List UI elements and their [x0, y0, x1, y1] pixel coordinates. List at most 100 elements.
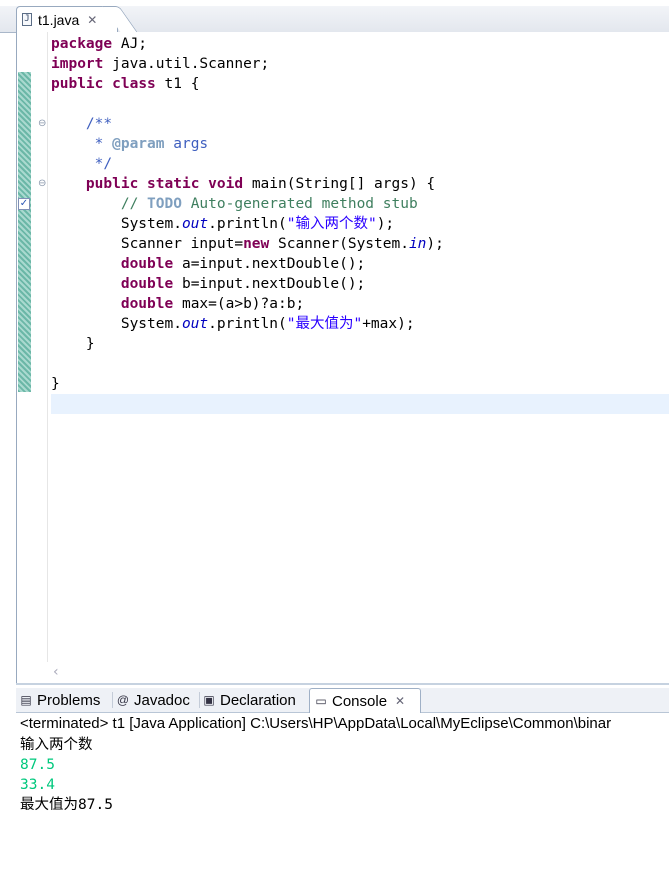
declaration-icon: ▣ — [203, 693, 215, 707]
code-line[interactable]: /** — [51, 114, 444, 134]
tab-declaration[interactable]: ▣ Declaration — [202, 688, 308, 712]
code-token: in — [408, 236, 427, 252]
tab-console[interactable]: ▭ Console ✕ — [309, 688, 421, 713]
code-token: "最大值为" — [286, 316, 363, 332]
code-token: b=input.nextDouble(); — [173, 276, 366, 292]
quick-diff-marker — [18, 72, 31, 392]
code-token: /** — [85, 116, 113, 132]
tab-label: t1.java — [38, 11, 80, 28]
console-view[interactable]: <terminated> t1 [Java Application] C:\Us… — [16, 713, 669, 871]
tab-problems[interactable]: ▤ Problems — [19, 688, 111, 712]
code-token: Scanner input= — [51, 236, 244, 252]
code-token: .println( — [208, 316, 287, 332]
close-icon[interactable]: ✕ — [395, 694, 405, 708]
code-token: void — [208, 176, 244, 192]
console-input-line: 33.4 — [20, 777, 55, 793]
code-line[interactable]: } — [51, 374, 444, 394]
code-token: ); — [376, 216, 395, 232]
code-line[interactable]: * @param args — [51, 134, 444, 154]
code-token: Auto-generated method stub — [181, 196, 418, 212]
code-token: // — [120, 196, 148, 212]
code-line[interactable] — [51, 394, 444, 414]
code-token: main(String[] args) { — [243, 176, 436, 192]
tab-declaration-label: Declaration — [220, 691, 296, 709]
code-line[interactable]: */ — [51, 154, 444, 174]
horizontal-scrollbar[interactable]: ‹ — [47, 662, 669, 682]
code-token: double — [120, 276, 174, 292]
code-line[interactable]: Scanner input=new Scanner(System.in); — [51, 234, 444, 254]
at-icon: @ — [116, 693, 130, 707]
code-line[interactable]: System.out.println("最大值为"+max); — [51, 314, 444, 334]
code-token: class — [112, 76, 156, 92]
code-token: ); — [426, 236, 444, 252]
console-icon: ▭ — [315, 694, 327, 708]
code-token: System. — [51, 216, 182, 232]
code-token: .println( — [208, 216, 287, 232]
code-token: new — [243, 236, 270, 252]
code-token: args — [164, 136, 209, 152]
code-line[interactable]: System.out.println("输入两个数"); — [51, 214, 444, 234]
code-token: max=(a>b)?a:b; — [173, 296, 305, 312]
code-token: double — [120, 256, 174, 272]
code-token: @param — [112, 136, 165, 152]
console-output-line: 输入两个数 — [20, 737, 93, 753]
tab-console-label: Console — [332, 692, 388, 710]
code-line[interactable] — [51, 94, 444, 114]
code-line[interactable]: package AJ; — [51, 34, 444, 54]
code-line[interactable]: double b=input.nextDouble(); — [51, 274, 444, 294]
overview-ruler-left: ✓ — [17, 32, 31, 662]
code-token: */ — [51, 156, 113, 172]
source-code[interactable]: package AJ; import java.util.Scanner; publ… — [51, 34, 444, 414]
code-token: t1 { — [155, 76, 200, 92]
task-marker-icon[interactable]: ✓ — [18, 198, 30, 210]
code-line[interactable]: public static void main(String[] args) { — [51, 174, 444, 194]
code-token: +max); — [362, 316, 415, 332]
tab-javadoc[interactable]: @ Javadoc — [116, 688, 198, 712]
console-output[interactable]: 输入两个数 87.5 33.4 最大值为87.5 — [20, 735, 113, 815]
code-editor[interactable]: ✓ ⊖ ⊖ package AJ; import java.util.Scanne… — [16, 32, 669, 683]
code-token: TODO — [147, 196, 182, 212]
tab-problems-label: Problems — [37, 691, 101, 709]
code-line[interactable]: double max=(a>b)?a:b; — [51, 294, 444, 314]
code-line[interactable]: import java.util.Scanner; — [51, 54, 444, 74]
code-token: * — [51, 136, 113, 152]
editor-divider — [16, 683, 669, 685]
collapse-icon[interactable]: ⊖ — [38, 119, 47, 129]
code-line[interactable]: double a=input.nextDouble(); — [51, 254, 444, 274]
code-token: Scanner(System. — [269, 236, 409, 252]
folding-ruler: ⊖ ⊖ — [31, 32, 48, 662]
code-token: System. — [51, 316, 182, 332]
code-line[interactable] — [51, 354, 444, 374]
close-icon[interactable]: ✕ — [87, 13, 97, 27]
code-token: java.util.Scanner; — [103, 56, 270, 72]
code-line[interactable]: // TODO Auto-generated method stub — [51, 194, 444, 214]
tab-t1-java[interactable]: J t1.java ✕ — [16, 6, 118, 32]
code-token: import — [51, 56, 104, 72]
problems-icon: ▤ — [20, 693, 32, 707]
editor-tab-bar: J t1.java ✕ — [0, 0, 669, 33]
collapse-icon[interactable]: ⊖ — [38, 179, 47, 189]
code-token: public — [85, 176, 139, 192]
code-token: } — [51, 376, 60, 392]
code-line[interactable]: public class t1 { — [51, 74, 444, 94]
java-file-icon: J — [22, 13, 32, 26]
code-line[interactable]: } — [51, 334, 444, 354]
code-token: package — [51, 36, 113, 52]
code-token: static — [147, 176, 200, 192]
code-token: out — [181, 316, 209, 332]
console-output-line: 最大值为87.5 — [20, 797, 113, 813]
console-status-header: <terminated> t1 [Java Application] C:\Us… — [20, 715, 612, 732]
tab-javadoc-label: Javadoc — [134, 691, 190, 709]
code-token: public — [51, 76, 104, 92]
console-input-line: 87.5 — [20, 757, 55, 773]
window-left-edge — [0, 32, 16, 871]
code-token: AJ; — [112, 36, 148, 52]
scroll-left-arrow-icon[interactable]: ‹ — [53, 664, 59, 680]
